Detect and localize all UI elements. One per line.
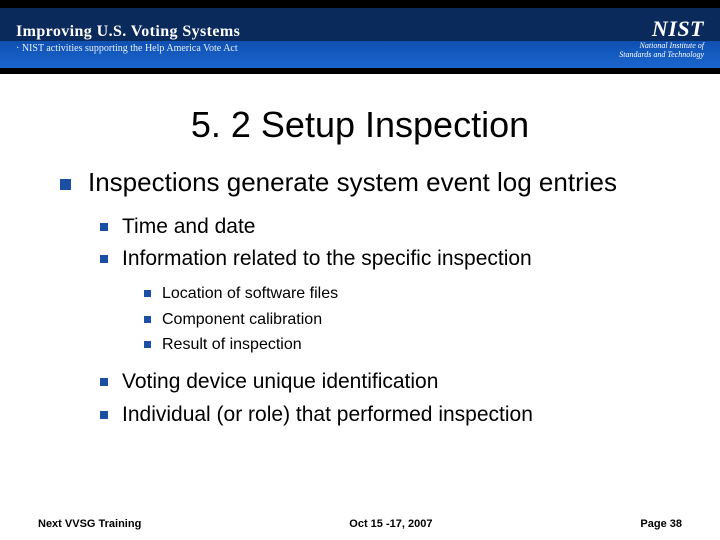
bullet-l1-0: Inspections generate system event log en… (60, 166, 660, 429)
bullet-list-lvl2: Time and date Information related to the… (100, 213, 660, 430)
bullet-l2-1: Information related to the specific insp… (100, 245, 660, 357)
bullet-l2-0: Time and date (100, 213, 660, 241)
bullet-l3-0: Location of software files (144, 283, 660, 305)
header-banner: Improving U.S. Voting Systems · NIST act… (0, 8, 720, 68)
slide-title: 5. 2 Setup Inspection (60, 104, 660, 146)
bullet-text: Information related to the specific insp… (122, 247, 532, 270)
slide-content: 5. 2 Setup Inspection Inspections genera… (0, 74, 720, 429)
banner-left: Improving U.S. Voting Systems · NIST act… (16, 23, 240, 54)
nist-logo: NIST (652, 16, 704, 42)
bullet-list-lvl1: Inspections generate system event log en… (60, 166, 660, 429)
bullet-l3-2: Result of inspection (144, 334, 660, 356)
top-black-bar (0, 0, 720, 8)
bullet-list-lvl3: Location of software files Component cal… (144, 283, 660, 356)
bullet-text: Voting device unique identification (122, 370, 438, 393)
bullet-l2-2: Voting device unique identification (100, 368, 660, 396)
bullet-text: Individual (or role) that performed insp… (122, 403, 533, 426)
bullet-text: Location of software files (162, 285, 338, 302)
slide-footer: Next VVSG Training Oct 15 -17, 2007 Page… (0, 518, 720, 530)
nist-logo-sub2: Standards and Technology (619, 51, 704, 60)
footer-right: Page 38 (640, 518, 682, 530)
bullet-l2-3: Individual (or role) that performed insp… (100, 401, 660, 429)
banner-right: NIST National Institute of Standards and… (619, 16, 704, 60)
banner-subtitle: · NIST activities supporting the Help Am… (16, 43, 240, 54)
banner-title: Improving U.S. Voting Systems (16, 23, 240, 41)
bullet-text: Result of inspection (162, 336, 302, 353)
footer-left: Next VVSG Training (38, 518, 141, 530)
bullet-l3-1: Component calibration (144, 309, 660, 331)
bullet-text: Inspections generate system event log en… (88, 167, 617, 197)
slide: Improving U.S. Voting Systems · NIST act… (0, 0, 720, 540)
bullet-text: Time and date (122, 215, 255, 238)
bullet-text: Component calibration (162, 311, 322, 328)
footer-center: Oct 15 -17, 2007 (349, 518, 432, 530)
